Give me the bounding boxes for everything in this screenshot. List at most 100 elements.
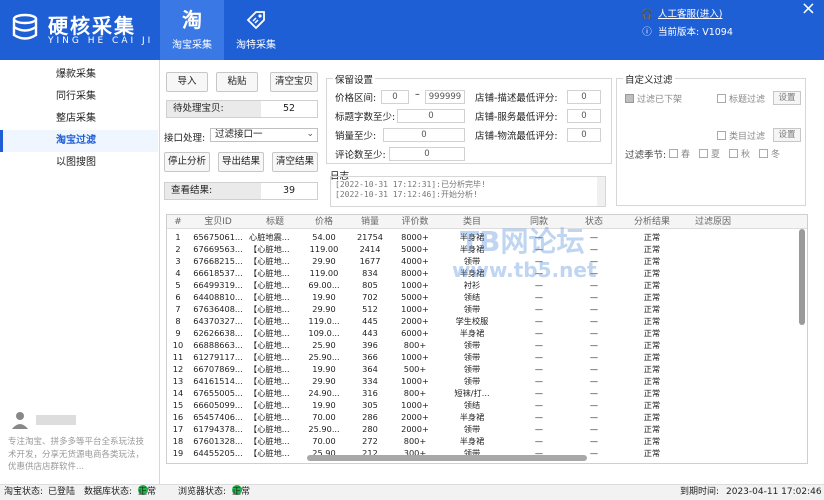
column-header[interactable]: 宝贝ID xyxy=(191,215,245,229)
table-row[interactable]: 17 61794378... 【心脏地... 25.90... 280 2000+ 领带 — —… xyxy=(167,423,797,435)
table-cell: 67601328... xyxy=(193,436,243,446)
table-cell: 66499319... xyxy=(193,280,243,290)
sidebar-item-image-search[interactable]: 以图搜图 xyxy=(0,152,158,174)
table-row[interactable]: 7 67636408... 【心脏地... 29.90 512 1000+ 领带 — — 正常 xyxy=(167,303,797,315)
column-header[interactable]: 过滤原因 xyxy=(683,215,743,229)
table-cell: — xyxy=(534,304,544,314)
horizontal-scrollbar[interactable] xyxy=(307,455,587,461)
sales-input[interactable]: 0 xyxy=(383,128,465,142)
price-max-input[interactable]: 999999 xyxy=(425,90,465,104)
table-cell: 【心脏地... xyxy=(249,364,290,374)
column-header[interactable]: 标题 xyxy=(249,215,301,229)
sales-label: 销量至少: xyxy=(335,131,377,142)
table-cell: 5 xyxy=(175,280,181,290)
taobao-status-value: 已登陆 xyxy=(48,487,76,497)
table-cell: — xyxy=(589,424,599,434)
table-row[interactable]: 15 66605099... 【心脏地... 19.90 305 1000+ 领结 — — 正常 xyxy=(167,399,797,411)
table-row[interactable]: 6 64408810... 【心脏地... 19.90 702 5000+ 领结 — — 正常 xyxy=(167,291,797,303)
table-row[interactable]: 14 67655005... 【心脏地... 24.90... 316 800+ 短袜/打.… xyxy=(167,387,797,399)
filter-removed-checkbox[interactable]: 过滤已下架 xyxy=(625,92,682,105)
retain-settings-group: 保留设置 价格区间: 0 – 999999 标题字数至少: 0 销量至少: 0 … xyxy=(326,72,612,164)
table-cell: 4000+ xyxy=(401,256,429,266)
table-cell: 领结 xyxy=(463,400,481,410)
clear-items-button[interactable]: 清空宝贝 xyxy=(270,72,318,92)
title-filter-checkbox[interactable]: 标题过滤 xyxy=(717,92,765,105)
table-row[interactable]: 10 66888663... 【心脏地... 25.90 396 800+ 领带 — — 正常 xyxy=(167,339,797,351)
table-cell: 19 xyxy=(172,448,184,458)
table-cell: 1000+ xyxy=(401,376,429,386)
sidebar-item-shop-collect[interactable]: 整店采集 xyxy=(0,108,158,130)
interface-select[interactable]: 过滤接口一 ⌄ xyxy=(210,128,318,142)
tab-taote-collect[interactable]: 淘特采集 xyxy=(224,0,288,60)
table-cell: 半身裙 xyxy=(459,328,485,338)
customer-service-link[interactable]: 🎧 人工客服(进入) xyxy=(640,6,774,20)
custom-filter-title: 自定义过滤 xyxy=(623,72,675,86)
table-cell: 【心脏地... xyxy=(249,292,290,302)
table-row[interactable]: 16 65457406... 【心脏地... 70.00 286 2000+ 半身裙 — — 正常 xyxy=(167,411,797,423)
price-range-label: 价格区间: xyxy=(335,93,377,104)
logistics-score-input[interactable]: 0 xyxy=(567,128,601,142)
user-icon xyxy=(12,412,28,429)
table-cell: 正常 xyxy=(643,376,661,386)
table-cell: 3 xyxy=(175,256,181,266)
table-cell: 1000+ xyxy=(401,352,429,362)
table-cell: 67668215... xyxy=(193,256,243,266)
reviews-input[interactable]: 0 xyxy=(389,147,465,161)
title-chars-input[interactable]: 0 xyxy=(397,109,465,123)
table-cell: 4 xyxy=(175,268,181,278)
column-header[interactable]: 评价数 xyxy=(395,215,435,229)
table-cell: 【心脏地... xyxy=(249,328,290,338)
table-row[interactable]: 9 62626638... 【心脏地... 109.0... 443 6000+ 半身裙 — —… xyxy=(167,327,797,339)
category-filter-settings-button[interactable]: 设置 xyxy=(773,128,801,142)
sidebar-item-taobao-filter[interactable]: 淘宝过滤 xyxy=(0,130,158,152)
column-header[interactable]: 价格 xyxy=(303,215,345,229)
table-row[interactable]: 11 61279117... 【心脏地... 25.90... 366 1000+ 领带 — —… xyxy=(167,351,797,363)
table-cell: 500+ xyxy=(403,364,427,374)
stop-analysis-button[interactable]: 停止分析 xyxy=(164,152,210,172)
sidebar-item-hot-collect[interactable]: 爆款采集 xyxy=(0,64,158,86)
table-row[interactable]: 8 64370327... 【心脏地... 119.0... 445 2000+ 学生校服 —… xyxy=(167,315,797,327)
season-summer-checkbox[interactable]: 夏 xyxy=(699,147,720,160)
price-min-input[interactable]: 0 xyxy=(381,90,409,104)
table-cell: 【心脏地... xyxy=(249,352,290,362)
results-label: 查看结果: xyxy=(171,185,213,196)
table-cell: 8000+ xyxy=(401,232,429,242)
table-cell: 64370327... xyxy=(193,316,243,326)
table-row[interactable]: 13 64161514... 【心脏地... 29.90 334 1000+ 领带 — — 正常 xyxy=(167,375,797,387)
watermark-url: www.tb5.net xyxy=(452,258,597,282)
export-results-button[interactable]: 导出结果 xyxy=(218,152,264,172)
column-header[interactable]: # xyxy=(169,215,187,229)
season-autumn-checkbox[interactable]: 秋 xyxy=(729,147,750,160)
table-cell: — xyxy=(534,292,544,302)
vertical-scrollbar[interactable] xyxy=(799,229,805,325)
table-cell: 正常 xyxy=(643,292,661,302)
close-button[interactable]: × xyxy=(801,0,816,19)
table-cell: 正常 xyxy=(643,436,661,446)
tab-taobao-collect[interactable]: 淘 淘宝采集 xyxy=(160,0,224,60)
table-cell: 512 xyxy=(362,304,378,314)
season-winter-checkbox[interactable]: 冬 xyxy=(759,147,780,160)
table-cell: 10 xyxy=(172,340,184,350)
info-icon: ⓘ xyxy=(642,27,652,38)
sidebar-description: 专注淘宝、拼多多等平台全系玩法技术开发，分享无货源电商各类玩法，优惠供店店群软件… xyxy=(8,437,145,472)
column-header[interactable]: 分析结果 xyxy=(625,215,679,229)
title-filter-settings-button[interactable]: 设置 xyxy=(773,91,801,105)
log-scrollbar[interactable] xyxy=(597,177,605,206)
table-row[interactable]: 18 67601328... 【心脏地... 70.00 272 800+ 半身裙 — — 正常 xyxy=(167,435,797,447)
results-count: 查看结果: 39 xyxy=(164,182,318,200)
table-cell: 领带 xyxy=(463,376,481,386)
category-filter-checkbox[interactable]: 类目过滤 xyxy=(717,129,765,142)
service-score-input[interactable]: 0 xyxy=(567,109,601,123)
import-button[interactable]: 导入 xyxy=(166,72,208,92)
table-row[interactable]: 12 66707869... 【心脏地... 19.90 364 500+ 领带 — — 正常 xyxy=(167,363,797,375)
sidebar-item-peer-collect[interactable]: 同行采集 xyxy=(0,86,158,108)
table-cell: 正常 xyxy=(643,448,661,458)
column-header[interactable]: 销量 xyxy=(349,215,391,229)
clear-results-button[interactable]: 清空结果 xyxy=(272,152,318,172)
desc-score-input[interactable]: 0 xyxy=(567,90,601,104)
db-status-label: 数据库状态: xyxy=(84,487,133,497)
season-spring-checkbox[interactable]: 春 xyxy=(669,147,690,160)
table-cell: 805 xyxy=(362,280,378,290)
paste-button[interactable]: 粘贴 xyxy=(216,72,258,92)
table-cell: 1000+ xyxy=(401,304,429,314)
